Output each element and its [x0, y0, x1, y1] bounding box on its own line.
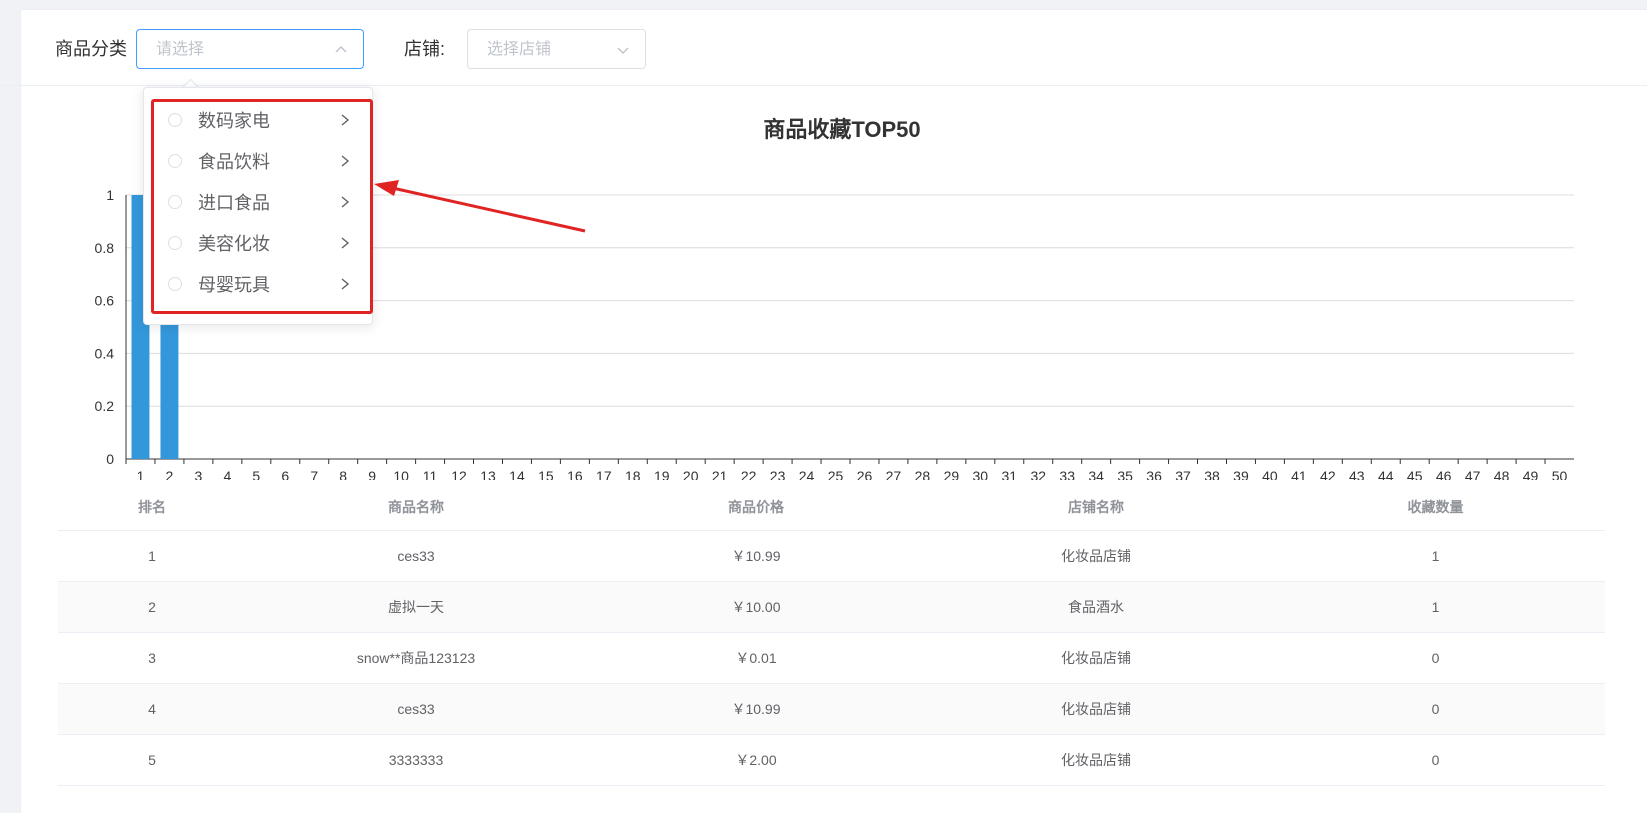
y-tick-label: 0.2	[95, 398, 115, 414]
favorites-table: 排名 商品名称 商品价格 店铺名称 收藏数量 1 ces33 ￥10.99 化妆…	[58, 484, 1605, 786]
x-tick-label: 11	[423, 468, 438, 480]
x-tick-label: 29	[944, 468, 960, 480]
x-tick-label: 5	[252, 468, 260, 480]
x-tick-label: 33	[1059, 468, 1075, 480]
x-tick-label: 20	[683, 468, 699, 480]
table-row[interactable]: 4 ces33 ￥10.99 化妆品店铺 0	[58, 684, 1605, 735]
table-row[interactable]: 3 snow**商品123123 ￥0.01 化妆品店铺 0	[58, 633, 1605, 684]
x-tick-label: 25	[828, 468, 844, 480]
cell-shop-name: 化妆品店铺	[1061, 650, 1131, 666]
cell-favorite-count: 0	[1431, 701, 1440, 717]
x-tick-label: 34	[1088, 468, 1104, 480]
x-tick-label: 26	[857, 468, 873, 480]
cell-product-name: ces33	[397, 548, 435, 564]
y-tick-label: 0.8	[95, 240, 115, 256]
cell-rank: 5	[148, 752, 156, 768]
x-tick-label: 41	[1291, 468, 1307, 480]
x-tick-label: 45	[1407, 468, 1423, 480]
cell-shop-name: 食品酒水	[1068, 599, 1124, 615]
cell-product-price: ￥10.99	[731, 701, 781, 717]
cell-rank: 3	[148, 650, 156, 666]
cell-product-price: ￥10.00	[731, 599, 781, 615]
table-row[interactable]: 2 虚拟一天 ￥10.00 食品酒水 1	[58, 582, 1605, 633]
x-tick-label: 4	[223, 468, 231, 480]
x-tick-label: 31	[1001, 468, 1017, 480]
header-rank: 排名	[138, 499, 166, 515]
cell-favorite-count: 0	[1431, 752, 1440, 768]
x-tick-label: 6	[281, 468, 289, 480]
x-tick-label: 48	[1494, 468, 1510, 480]
x-tick-label: 2	[166, 468, 174, 480]
x-tick-label: 8	[339, 468, 347, 480]
x-tick-label: 13	[480, 468, 496, 480]
cell-product-price: ￥2.00	[735, 752, 777, 768]
cell-favorite-count: 1	[1431, 599, 1440, 615]
x-tick-label: 19	[654, 468, 670, 480]
cell-product-name: 虚拟一天	[388, 599, 444, 615]
y-tick-label: 1	[106, 187, 114, 203]
x-tick-label: 44	[1378, 468, 1394, 480]
cell-shop-name: 化妆品店铺	[1061, 701, 1131, 717]
x-tick-label: 22	[741, 468, 757, 480]
x-tick-label: 14	[509, 468, 525, 480]
header-favorite-count: 收藏数量	[1407, 499, 1464, 515]
x-tick-label: 35	[1117, 468, 1133, 480]
table-header: 排名 商品名称 商品价格 店铺名称 收藏数量	[58, 484, 1605, 531]
x-tick-label: 36	[1146, 468, 1162, 480]
x-tick-label: 16	[567, 468, 583, 480]
cell-product-price: ￥0.01	[735, 650, 777, 666]
cell-rank: 4	[148, 701, 156, 717]
x-tick-label: 18	[625, 468, 641, 480]
x-tick-label: 39	[1233, 468, 1249, 480]
y-tick-label: 0	[106, 451, 114, 467]
x-tick-label: 17	[596, 468, 612, 480]
x-tick-label: 37	[1175, 468, 1191, 480]
x-tick-label: 30	[973, 468, 989, 480]
header-shop-name: 店铺名称	[1068, 499, 1124, 515]
x-tick-label: 9	[368, 468, 376, 480]
cell-favorite-count: 0	[1431, 650, 1440, 666]
x-tick-label: 27	[886, 468, 902, 480]
x-tick-label: 47	[1465, 468, 1481, 480]
x-tick-label: 10	[393, 468, 409, 480]
y-tick-label: 0.6	[95, 293, 115, 309]
cell-product-name: snow**商品123123	[356, 650, 476, 666]
cell-shop-name: 化妆品店铺	[1061, 752, 1131, 768]
x-tick-label: 50	[1552, 468, 1568, 480]
x-tick-label: 7	[310, 468, 318, 480]
x-tick-label: 15	[538, 468, 554, 480]
annotation-highlight-box	[151, 99, 373, 314]
x-tick-label: 23	[770, 468, 786, 480]
x-tick-label: 43	[1349, 468, 1365, 480]
cell-favorite-count: 1	[1431, 548, 1440, 564]
cell-product-price: ￥10.99	[731, 548, 781, 564]
cell-rank: 2	[148, 599, 156, 615]
table-row[interactable]: 1 ces33 ￥10.99 化妆品店铺 1	[58, 531, 1605, 582]
x-tick-label: 24	[799, 468, 815, 480]
cell-rank: 1	[148, 548, 156, 564]
x-tick-label: 49	[1523, 468, 1539, 480]
x-tick-label: 42	[1320, 468, 1336, 480]
x-tick-label: 40	[1262, 468, 1278, 480]
cell-shop-name: 化妆品店铺	[1061, 548, 1131, 564]
x-tick-label: 32	[1030, 468, 1046, 480]
x-tick-label: 28	[915, 468, 931, 480]
chart-title: 商品收藏TOP50	[763, 117, 920, 142]
cell-product-name: ces33	[397, 701, 435, 717]
x-tick-label: 46	[1436, 468, 1452, 480]
cell-product-name: 3333333	[388, 752, 444, 768]
x-tick-label: 12	[451, 468, 467, 480]
y-tick-label: 0.4	[95, 345, 115, 361]
table-row[interactable]: 5 3333333 ￥2.00 化妆品店铺 0	[58, 735, 1605, 786]
header-product-name: 商品名称	[388, 499, 444, 515]
x-tick-label: 21	[712, 468, 728, 480]
x-tick-label: 38	[1204, 468, 1220, 480]
header-product-price: 商品价格	[728, 499, 784, 515]
x-tick-label: 1	[137, 468, 145, 480]
x-tick-label: 3	[195, 468, 203, 480]
